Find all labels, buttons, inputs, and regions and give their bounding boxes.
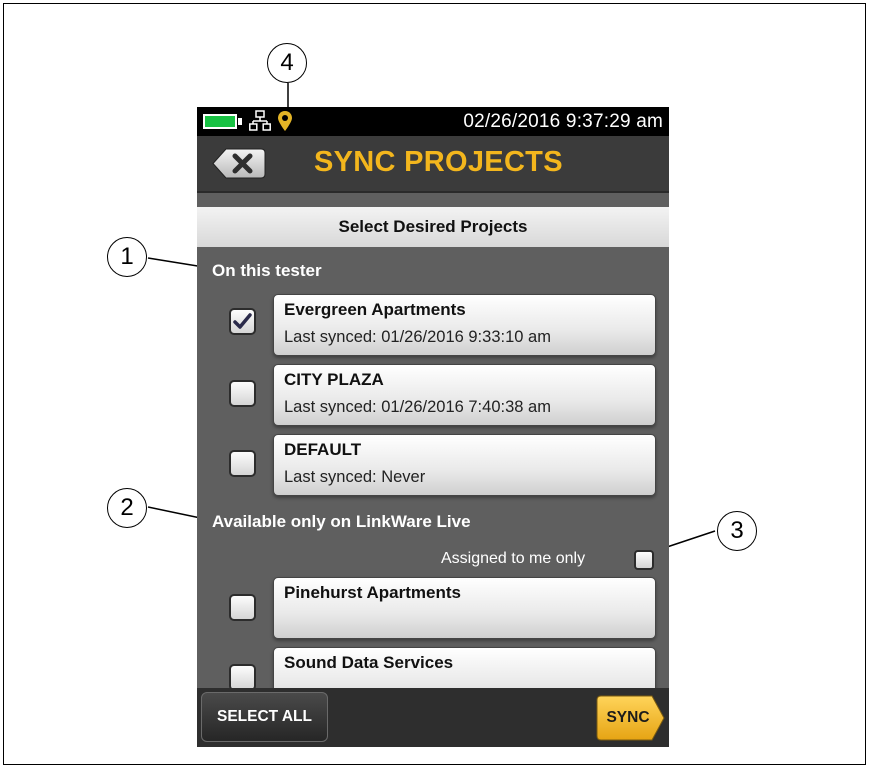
project-last-synced: Last synced: 01/26/2016 7:40:38 am — [284, 398, 551, 416]
back-button[interactable] — [212, 148, 266, 179]
project-checkbox-default[interactable] — [229, 450, 256, 477]
project-last-synced: Last synced: Never — [284, 468, 426, 486]
tester-screen: 02/26/2016 9:37:29 am SYNC PROJECTS Sele… — [197, 107, 669, 747]
subheader: Select Desired Projects — [197, 207, 669, 247]
project-item-city-plaza[interactable]: CITY PLAZA Last synced: 01/26/2016 7:40:… — [273, 364, 656, 426]
project-item-evergreen[interactable]: Evergreen Apartments Last synced: 01/26/… — [273, 294, 656, 356]
location-pin-icon — [278, 111, 292, 131]
assigned-to-me-checkbox[interactable] — [634, 550, 654, 570]
network-icon — [249, 110, 271, 131]
status-bar: 02/26/2016 9:37:29 am — [197, 107, 669, 136]
project-checkbox-pinehurst[interactable] — [229, 594, 256, 621]
title-bar: SYNC PROJECTS — [197, 136, 669, 193]
project-name: DEFAULT — [284, 440, 362, 459]
status-datetime: 02/26/2016 9:37:29 am — [463, 111, 663, 132]
project-item-pinehurst[interactable]: Pinehurst Apartments — [273, 577, 656, 639]
project-last-synced: Last synced: 01/26/2016 9:33:10 am — [284, 328, 551, 346]
battery-tip — [238, 118, 242, 125]
sync-button[interactable]: SYNC — [596, 695, 666, 741]
project-checkbox-evergreen[interactable] — [229, 308, 256, 335]
battery-icon — [203, 114, 237, 129]
assigned-to-me-label: Assigned to me only — [441, 550, 586, 567]
project-checkbox-sound-data[interactable] — [229, 664, 256, 691]
project-item-default[interactable]: DEFAULT Last synced: Never — [273, 434, 656, 496]
project-checkbox-city-plaza[interactable] — [229, 380, 256, 407]
select-all-button[interactable]: SELECT ALL — [201, 692, 328, 742]
callout-1: 1 — [107, 237, 147, 277]
page-title: SYNC PROJECTS — [314, 146, 563, 178]
section-label-on-tester: On this tester — [212, 261, 322, 280]
project-name: Sound Data Services — [284, 653, 454, 672]
checkmark-icon — [233, 313, 252, 329]
callout-2: 2 — [107, 488, 147, 528]
sync-button-label: SYNC — [606, 709, 650, 726]
project-name: Pinehurst Apartments — [284, 583, 461, 602]
section-label-linkware-live: Available only on LinkWare Live — [212, 512, 471, 531]
callout-3: 3 — [717, 511, 757, 551]
project-name: CITY PLAZA — [284, 370, 384, 389]
project-name: Evergreen Apartments — [284, 300, 466, 319]
callout-4: 4 — [267, 43, 307, 83]
